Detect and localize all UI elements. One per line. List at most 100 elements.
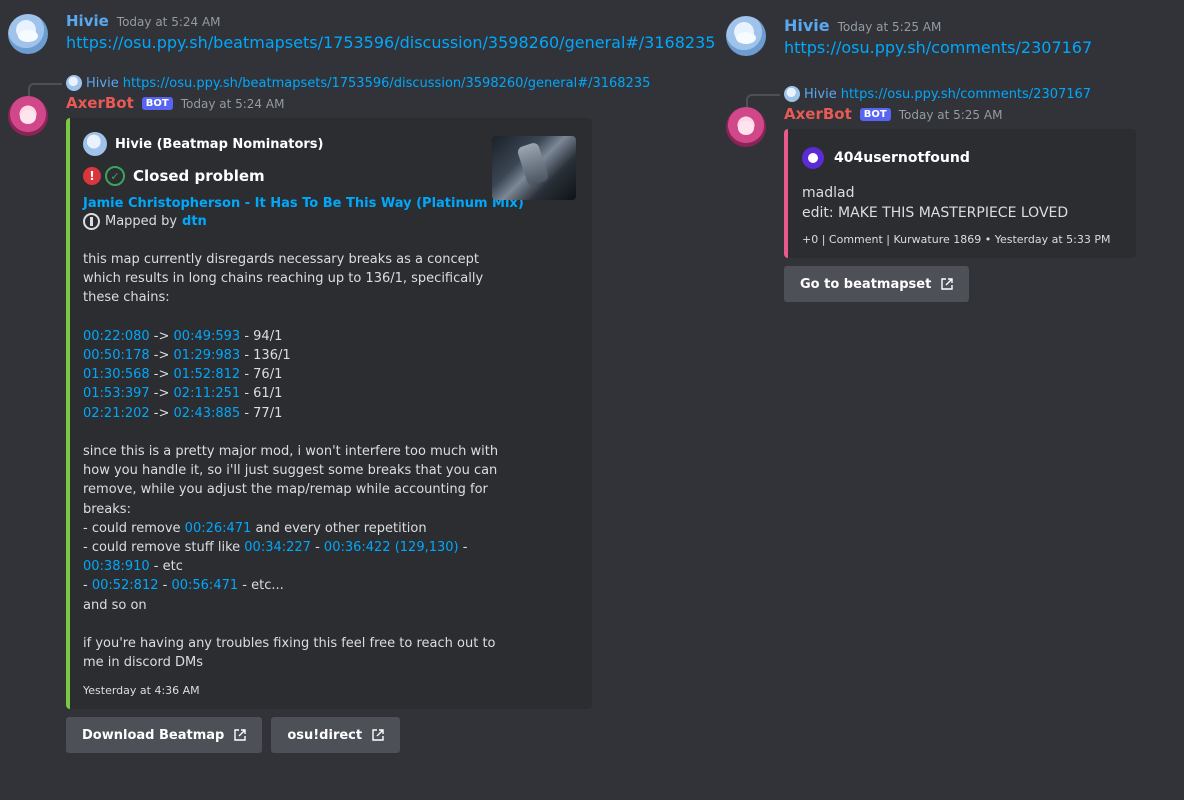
- reply-link[interactable]: https://osu.ppy.sh/beatmapsets/1753596/d…: [123, 76, 651, 91]
- arrow-text: ->: [149, 386, 174, 402]
- message-axerbot: Hivie https://osu.ppy.sh/beatmapsets/175…: [0, 74, 690, 754]
- timestamp-link[interactable]: 00:38:910: [83, 559, 150, 574]
- button-label: osu!direct: [287, 727, 363, 743]
- bullet-text: - etc: [149, 559, 183, 575]
- embed-buttons: Download Beatmap osu!direct: [66, 717, 690, 754]
- embed-footer: Yesterday at 4:36 AM: [83, 684, 200, 698]
- timestamp-link[interactable]: 00:22:080: [83, 329, 150, 344]
- avatar[interactable]: [726, 107, 766, 147]
- avatar[interactable]: [8, 96, 48, 136]
- reply-link[interactable]: https://osu.ppy.sh/comments/2307167: [841, 87, 1091, 102]
- bullet-text: - etc...: [238, 578, 284, 594]
- bullet-line: - 00:52:812 - 00:56:471 - etc...: [83, 576, 503, 595]
- message-link[interactable]: https://osu.ppy.sh/comments/2307167: [784, 38, 1184, 57]
- right-conversation: Hivie Today at 5:25 AM https://osu.ppy.s…: [718, 0, 1184, 302]
- timestamp: Today at 5:24 AM: [180, 97, 285, 111]
- paragraph-text: since this is a pretty major mod, i won'…: [83, 444, 499, 517]
- comment-embed: 404usernotfound madlad edit: MAKE THIS M…: [784, 129, 1136, 258]
- timestamp-link[interactable]: 00:26:471: [185, 521, 252, 536]
- arrow-text: ->: [149, 367, 174, 383]
- button-label: Go to beatmapset: [800, 276, 932, 292]
- author-avatar-icon: [83, 132, 107, 156]
- timestamp-link[interactable]: 00:56:471: [171, 578, 238, 593]
- embed-description: this map currently disregards necessary …: [83, 250, 503, 672]
- game-mode-icon: [83, 213, 100, 230]
- timestamp: Today at 5:25 AM: [837, 20, 942, 34]
- timestamp-link[interactable]: 02:21:202: [83, 406, 150, 421]
- chain-value: - 94/1: [240, 328, 283, 344]
- timestamp: Today at 5:24 AM: [116, 15, 221, 29]
- reply-avatar: [784, 86, 800, 102]
- timestamp-link[interactable]: 01:30:568: [83, 367, 150, 382]
- embed-title-text: Closed problem: [133, 167, 265, 185]
- reply-author[interactable]: Hivie: [86, 76, 119, 91]
- timestamp-link[interactable]: 02:11:251: [174, 386, 241, 401]
- paragraph-text: if you're having any troubles fixing thi…: [83, 636, 496, 671]
- comment-line: edit: MAKE THIS MASTERPIECE LOVED: [802, 205, 1069, 221]
- comment-line: madlad: [802, 185, 855, 201]
- paragraph-text: and so on: [83, 597, 147, 613]
- discussion-embed: Hivie (Beatmap Nominators) ! ✓ Closed pr…: [66, 118, 592, 710]
- problem-icon: !: [83, 167, 101, 185]
- go-to-beatmapset-button[interactable]: Go to beatmapset: [784, 266, 970, 302]
- reply-reference[interactable]: Hivie https://osu.ppy.sh/comments/230716…: [746, 85, 1184, 108]
- bullet-text: -: [83, 578, 92, 594]
- message-header: Hivie Today at 5:25 AM: [784, 16, 1184, 35]
- timestamp-link[interactable]: 00:36:422 (129,130): [324, 540, 459, 555]
- chain-value: - 77/1: [240, 405, 283, 421]
- reply-author[interactable]: Hivie: [804, 87, 837, 102]
- bullet-text: - could remove: [83, 520, 185, 536]
- chain-value: - 76/1: [240, 367, 283, 383]
- timestamp-link[interactable]: 00:50:178: [83, 348, 150, 363]
- bullet-text: - could remove stuff like: [83, 540, 245, 556]
- message-hivie: Hivie Today at 5:24 AM https://osu.ppy.s…: [0, 12, 715, 54]
- chain-line: 01:53:397 -> 02:11:251 - 61/1: [83, 384, 503, 403]
- arrow-text: ->: [149, 328, 174, 344]
- chain-line: 01:30:568 -> 01:52:812 - 76/1: [83, 365, 503, 384]
- chain-value: - 61/1: [240, 386, 283, 402]
- message-axerbot: Hivie https://osu.ppy.sh/comments/230716…: [718, 85, 1184, 302]
- reply-reference[interactable]: Hivie https://osu.ppy.sh/beatmapsets/175…: [28, 74, 690, 97]
- message-header: AxerBot BOT Today at 5:24 AM: [66, 94, 690, 112]
- username[interactable]: AxerBot: [784, 105, 852, 123]
- arrow-text: ->: [149, 348, 174, 363]
- timestamp-link[interactable]: 01:29:983: [174, 348, 241, 363]
- mapper-link[interactable]: dtn: [182, 214, 207, 229]
- embed-description: madlad edit: MAKE THIS MASTERPIECE LOVED: [802, 183, 1124, 223]
- button-label: Download Beatmap: [82, 727, 225, 743]
- embed-author-name[interactable]: 404usernotfound: [834, 150, 970, 166]
- message-hivie: Hivie Today at 5:25 AM https://osu.ppy.s…: [718, 16, 1184, 57]
- timestamp-link[interactable]: 02:43:885: [174, 406, 241, 421]
- timestamp-link[interactable]: 00:49:593: [174, 329, 241, 344]
- avatar[interactable]: [8, 14, 48, 54]
- embed-author-name: Hivie (Beatmap Nominators): [115, 136, 324, 152]
- mapped-by-label: Mapped by: [105, 214, 178, 229]
- bullet-line: - could remove stuff like 00:34:227 - 00…: [83, 538, 503, 576]
- arrow-text: ->: [149, 405, 174, 421]
- bullet-line: - could remove 00:26:471 and every other…: [83, 519, 503, 538]
- osu-direct-button[interactable]: osu!direct: [271, 717, 401, 754]
- timestamp: Today at 5:25 AM: [898, 108, 1003, 122]
- reply-avatar: [66, 75, 82, 91]
- avatar[interactable]: [726, 16, 766, 56]
- embed-author: 404usernotfound: [802, 147, 1124, 169]
- bullet-text: -: [158, 578, 172, 594]
- bot-badge: BOT: [859, 108, 891, 121]
- timestamp-link[interactable]: 00:52:812: [92, 578, 159, 593]
- timestamp-link[interactable]: 01:52:812: [174, 367, 241, 382]
- username[interactable]: Hivie: [66, 12, 109, 30]
- chain-value: - 136/1: [240, 348, 291, 363]
- chain-line: 02:21:202 -> 02:43:885 - 77/1: [83, 404, 503, 423]
- embed-buttons: Go to beatmapset: [784, 266, 1184, 302]
- beatmap-thumbnail[interactable]: [492, 136, 576, 200]
- timestamp-link[interactable]: 01:53:397: [83, 386, 150, 401]
- reply-spine: [746, 94, 780, 108]
- intro-text: this map currently disregards necessary …: [83, 252, 484, 306]
- download-beatmap-button[interactable]: Download Beatmap: [66, 717, 263, 754]
- bullet-text: -: [458, 540, 468, 556]
- message-link[interactable]: https://osu.ppy.sh/beatmapsets/1753596/d…: [66, 33, 715, 52]
- timestamp-link[interactable]: 00:34:227: [244, 540, 311, 555]
- username[interactable]: AxerBot: [66, 94, 134, 112]
- username[interactable]: Hivie: [784, 16, 830, 35]
- bot-badge: BOT: [141, 97, 173, 110]
